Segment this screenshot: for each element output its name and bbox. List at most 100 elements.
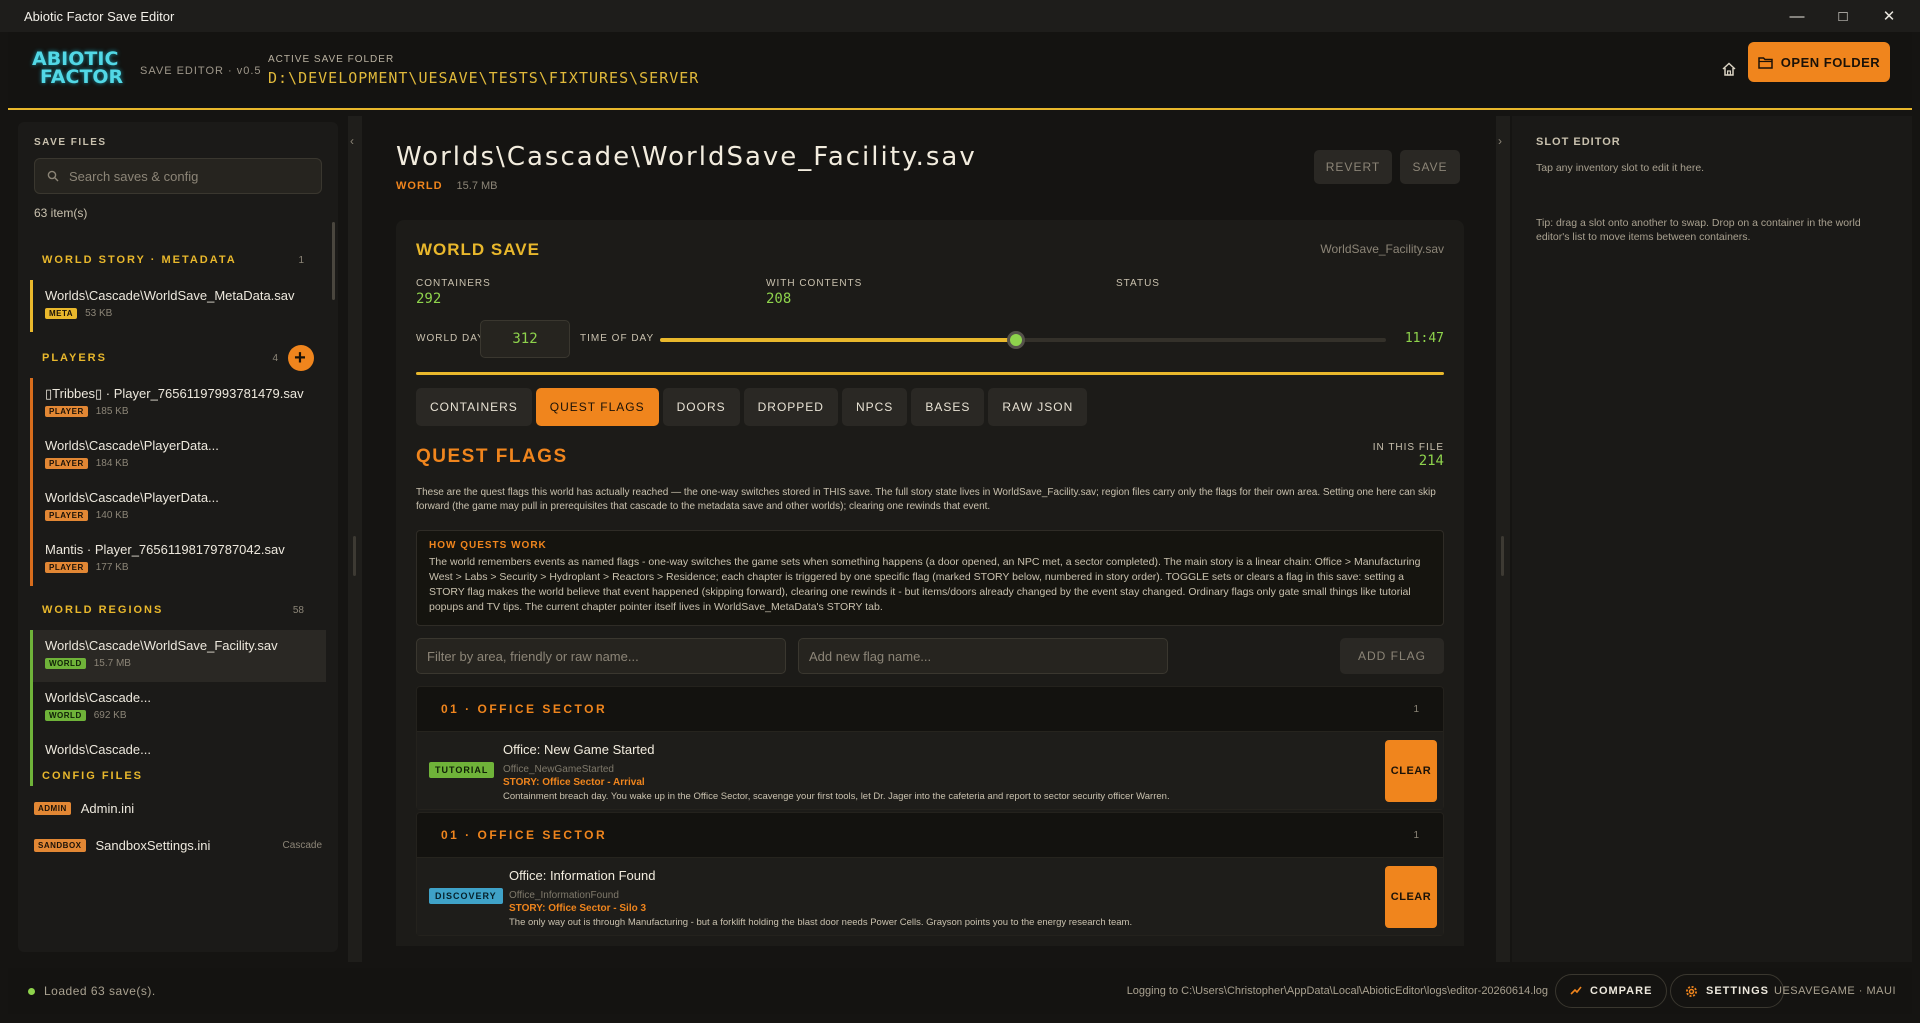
chevron-right-icon[interactable]: ›	[1498, 134, 1502, 148]
how-quests-work-panel: HOW QUESTS WORK The world remembers even…	[416, 530, 1444, 626]
slot-editor-tip: Tip: drag a slot onto another to swap. D…	[1536, 217, 1861, 243]
save-button[interactable]: SAVE	[1400, 150, 1460, 184]
group-header: 01 · OFFICE SECTOR 1	[417, 687, 1443, 731]
settings-label: SETTINGS	[1706, 985, 1770, 997]
active-folder-path: D:\DEVELOPMENT\UESAVE\TESTS\FIXTURES\SER…	[268, 69, 700, 87]
group-count: 1	[1413, 829, 1419, 841]
search-placeholder: Search saves & config	[69, 168, 199, 184]
splitter-grip[interactable]	[1501, 536, 1504, 576]
open-folder-button[interactable]: OPEN FOLDER	[1748, 42, 1890, 82]
file-name: ▯Tribbes▯ · Player_76561197993781479.sav	[45, 386, 304, 401]
type-badge: META	[45, 308, 78, 319]
type-badge: PLAYER	[45, 458, 88, 469]
list-item-world-active[interactable]: Worlds\Cascade\WorldSave_Facility.sav WO…	[30, 630, 326, 682]
window-titlebar: Abiotic Factor Save Editor — □ ✕	[0, 0, 1920, 32]
flag-filter-input[interactable]: Filter by area, friendly or raw name...	[416, 638, 786, 674]
type-badge: PLAYER	[45, 510, 88, 521]
revert-button[interactable]: REVERT	[1314, 150, 1392, 184]
maximize-icon[interactable]: □	[1820, 0, 1866, 32]
in-this-file: IN THIS FILE 214	[1373, 442, 1444, 469]
world-save-title: WORLD SAVE	[416, 240, 540, 259]
add-player-button[interactable]: +	[288, 345, 314, 371]
file-size: 692 KB	[93, 710, 127, 721]
quest-flags-description: These are the quest flags this world has…	[416, 487, 1436, 512]
section-count: 4	[272, 352, 278, 364]
tab-quest-flags[interactable]: QUEST FLAGS	[535, 388, 659, 426]
config-item-sandbox[interactable]: SANDBOX SandboxSettings.ini Cascade	[22, 827, 334, 864]
list-item-world[interactable]: Worlds\Cascade... WORLD 692 KB	[30, 682, 326, 734]
list-item-player[interactable]: Worlds\Cascade\PlayerData... PLAYER 140 K…	[30, 482, 326, 534]
tab-npcs[interactable]: NPCS	[841, 388, 908, 426]
flag-row: TUTORIAL Office: New Game Started Office…	[417, 731, 1443, 809]
section-world-regions: WORLD REGIONS 58	[22, 590, 334, 630]
filter-placeholder: Filter by area, friendly or raw name...	[427, 648, 639, 664]
config-files-label: CONFIG FILES	[42, 770, 143, 782]
settings-button[interactable]: SETTINGS	[1670, 974, 1785, 1008]
search-icon	[47, 170, 59, 182]
sidebar-scrollbar[interactable]	[332, 222, 335, 300]
group-count: 1	[1413, 703, 1419, 715]
config-badge: ADMIN	[34, 802, 71, 815]
stat-label: CONTAINERS	[416, 278, 491, 289]
flag-raw-name: Office_InformationFound	[509, 890, 619, 901]
stat-status: STATUS	[1116, 278, 1160, 289]
time-of-day-slider[interactable]	[660, 331, 1386, 349]
window-title: Abiotic Factor Save Editor	[24, 8, 175, 24]
page-title: Worlds\Cascade\WorldSave_Facility.sav	[396, 142, 977, 172]
file-kind: WORLD	[396, 180, 443, 192]
quest-flags-title: QUEST FLAGS	[416, 446, 568, 467]
slider-thumb[interactable]	[1006, 331, 1025, 349]
flag-story: STORY: Office Sector - Silo 3	[509, 903, 647, 914]
logo-text-bottom: FACTOR	[40, 66, 124, 88]
new-flag-input[interactable]: Add new flag name...	[798, 638, 1168, 674]
clear-flag-button[interactable]: CLEAR	[1385, 740, 1437, 802]
type-badge: WORLD	[45, 710, 86, 721]
list-item-player[interactable]: Mantis · Player_76561198179787042.sav PL…	[30, 534, 326, 586]
tab-raw-json[interactable]: RAW JSON	[988, 388, 1088, 426]
tab-bases[interactable]: BASES	[911, 388, 985, 426]
right-splitter[interactable]: ›	[1496, 116, 1510, 962]
config-files-section: CONFIG FILES ADMIN Admin.ini SANDBOX San…	[22, 770, 334, 864]
how-text: The world remembers events as named flag…	[429, 556, 1421, 613]
section-count: 58	[292, 604, 304, 616]
slider-fill	[660, 338, 1016, 342]
close-icon[interactable]: ✕	[1866, 0, 1912, 32]
config-badge: SANDBOX	[34, 839, 86, 852]
list-item-player[interactable]: ▯Tribbes▯ · Player_76561197993781479.sav…	[30, 378, 326, 430]
tab-dropped[interactable]: DROPPED	[743, 388, 838, 426]
flag-row: DISCOVERY Office: Information Found Offi…	[417, 857, 1443, 935]
file-size: 184 KB	[95, 458, 129, 469]
section-players: PLAYERS 4 +	[22, 338, 334, 378]
section-count: 1	[298, 254, 304, 266]
log-path: Logging to C:\Users\Christopher\AppData\…	[1126, 985, 1548, 997]
flag-group: 01 · OFFICE SECTOR 1 DISCOVERY Office: I…	[416, 812, 1444, 936]
time-of-day-label: TIME OF DAY	[580, 333, 655, 344]
flag-name: Office: Information Found	[509, 868, 656, 883]
left-splitter[interactable]: ‹	[348, 116, 362, 962]
chevron-left-icon[interactable]: ‹	[350, 134, 354, 148]
tab-doors[interactable]: DOORS	[662, 388, 740, 426]
world-day-input[interactable]: 312	[480, 320, 570, 358]
in-this-file-value: 214	[1418, 453, 1444, 469]
search-input[interactable]: Search saves & config	[34, 158, 322, 194]
list-item-metadata[interactable]: Worlds\Cascade\WorldSave_MetaData.sav ME…	[30, 280, 326, 332]
tab-containers[interactable]: CONTAINERS	[416, 388, 532, 426]
clear-flag-button[interactable]: CLEAR	[1385, 866, 1437, 928]
stat-containers: CONTAINERS 292	[416, 278, 491, 307]
splitter-grip[interactable]	[353, 536, 356, 576]
flag-description: Containment breach day. You wake up in t…	[503, 791, 1170, 802]
minimize-icon[interactable]: —	[1774, 0, 1820, 32]
status-bar: Loaded 63 save(s). Logging to C:\Users\C…	[8, 968, 1912, 1014]
brand-text: UESAVEGAME · MAUI	[1774, 985, 1896, 997]
home-button[interactable]	[1714, 54, 1744, 84]
slot-editor-hint: Tap any inventory slot to edit it here.	[1536, 162, 1705, 174]
file-name: Worlds\Cascade\PlayerData...	[45, 490, 219, 505]
item-count: 63 item(s)	[34, 206, 88, 220]
add-flag-button[interactable]: ADD FLAG	[1340, 638, 1444, 674]
stat-value: 292	[416, 291, 442, 307]
config-item-admin[interactable]: ADMIN Admin.ini	[22, 790, 334, 827]
file-info: WORLD 15.7 MB	[396, 180, 498, 192]
compare-button[interactable]: COMPARE	[1555, 974, 1668, 1008]
folder-icon	[1758, 56, 1773, 69]
list-item-player[interactable]: Worlds\Cascade\PlayerData... PLAYER 184 K…	[30, 430, 326, 482]
